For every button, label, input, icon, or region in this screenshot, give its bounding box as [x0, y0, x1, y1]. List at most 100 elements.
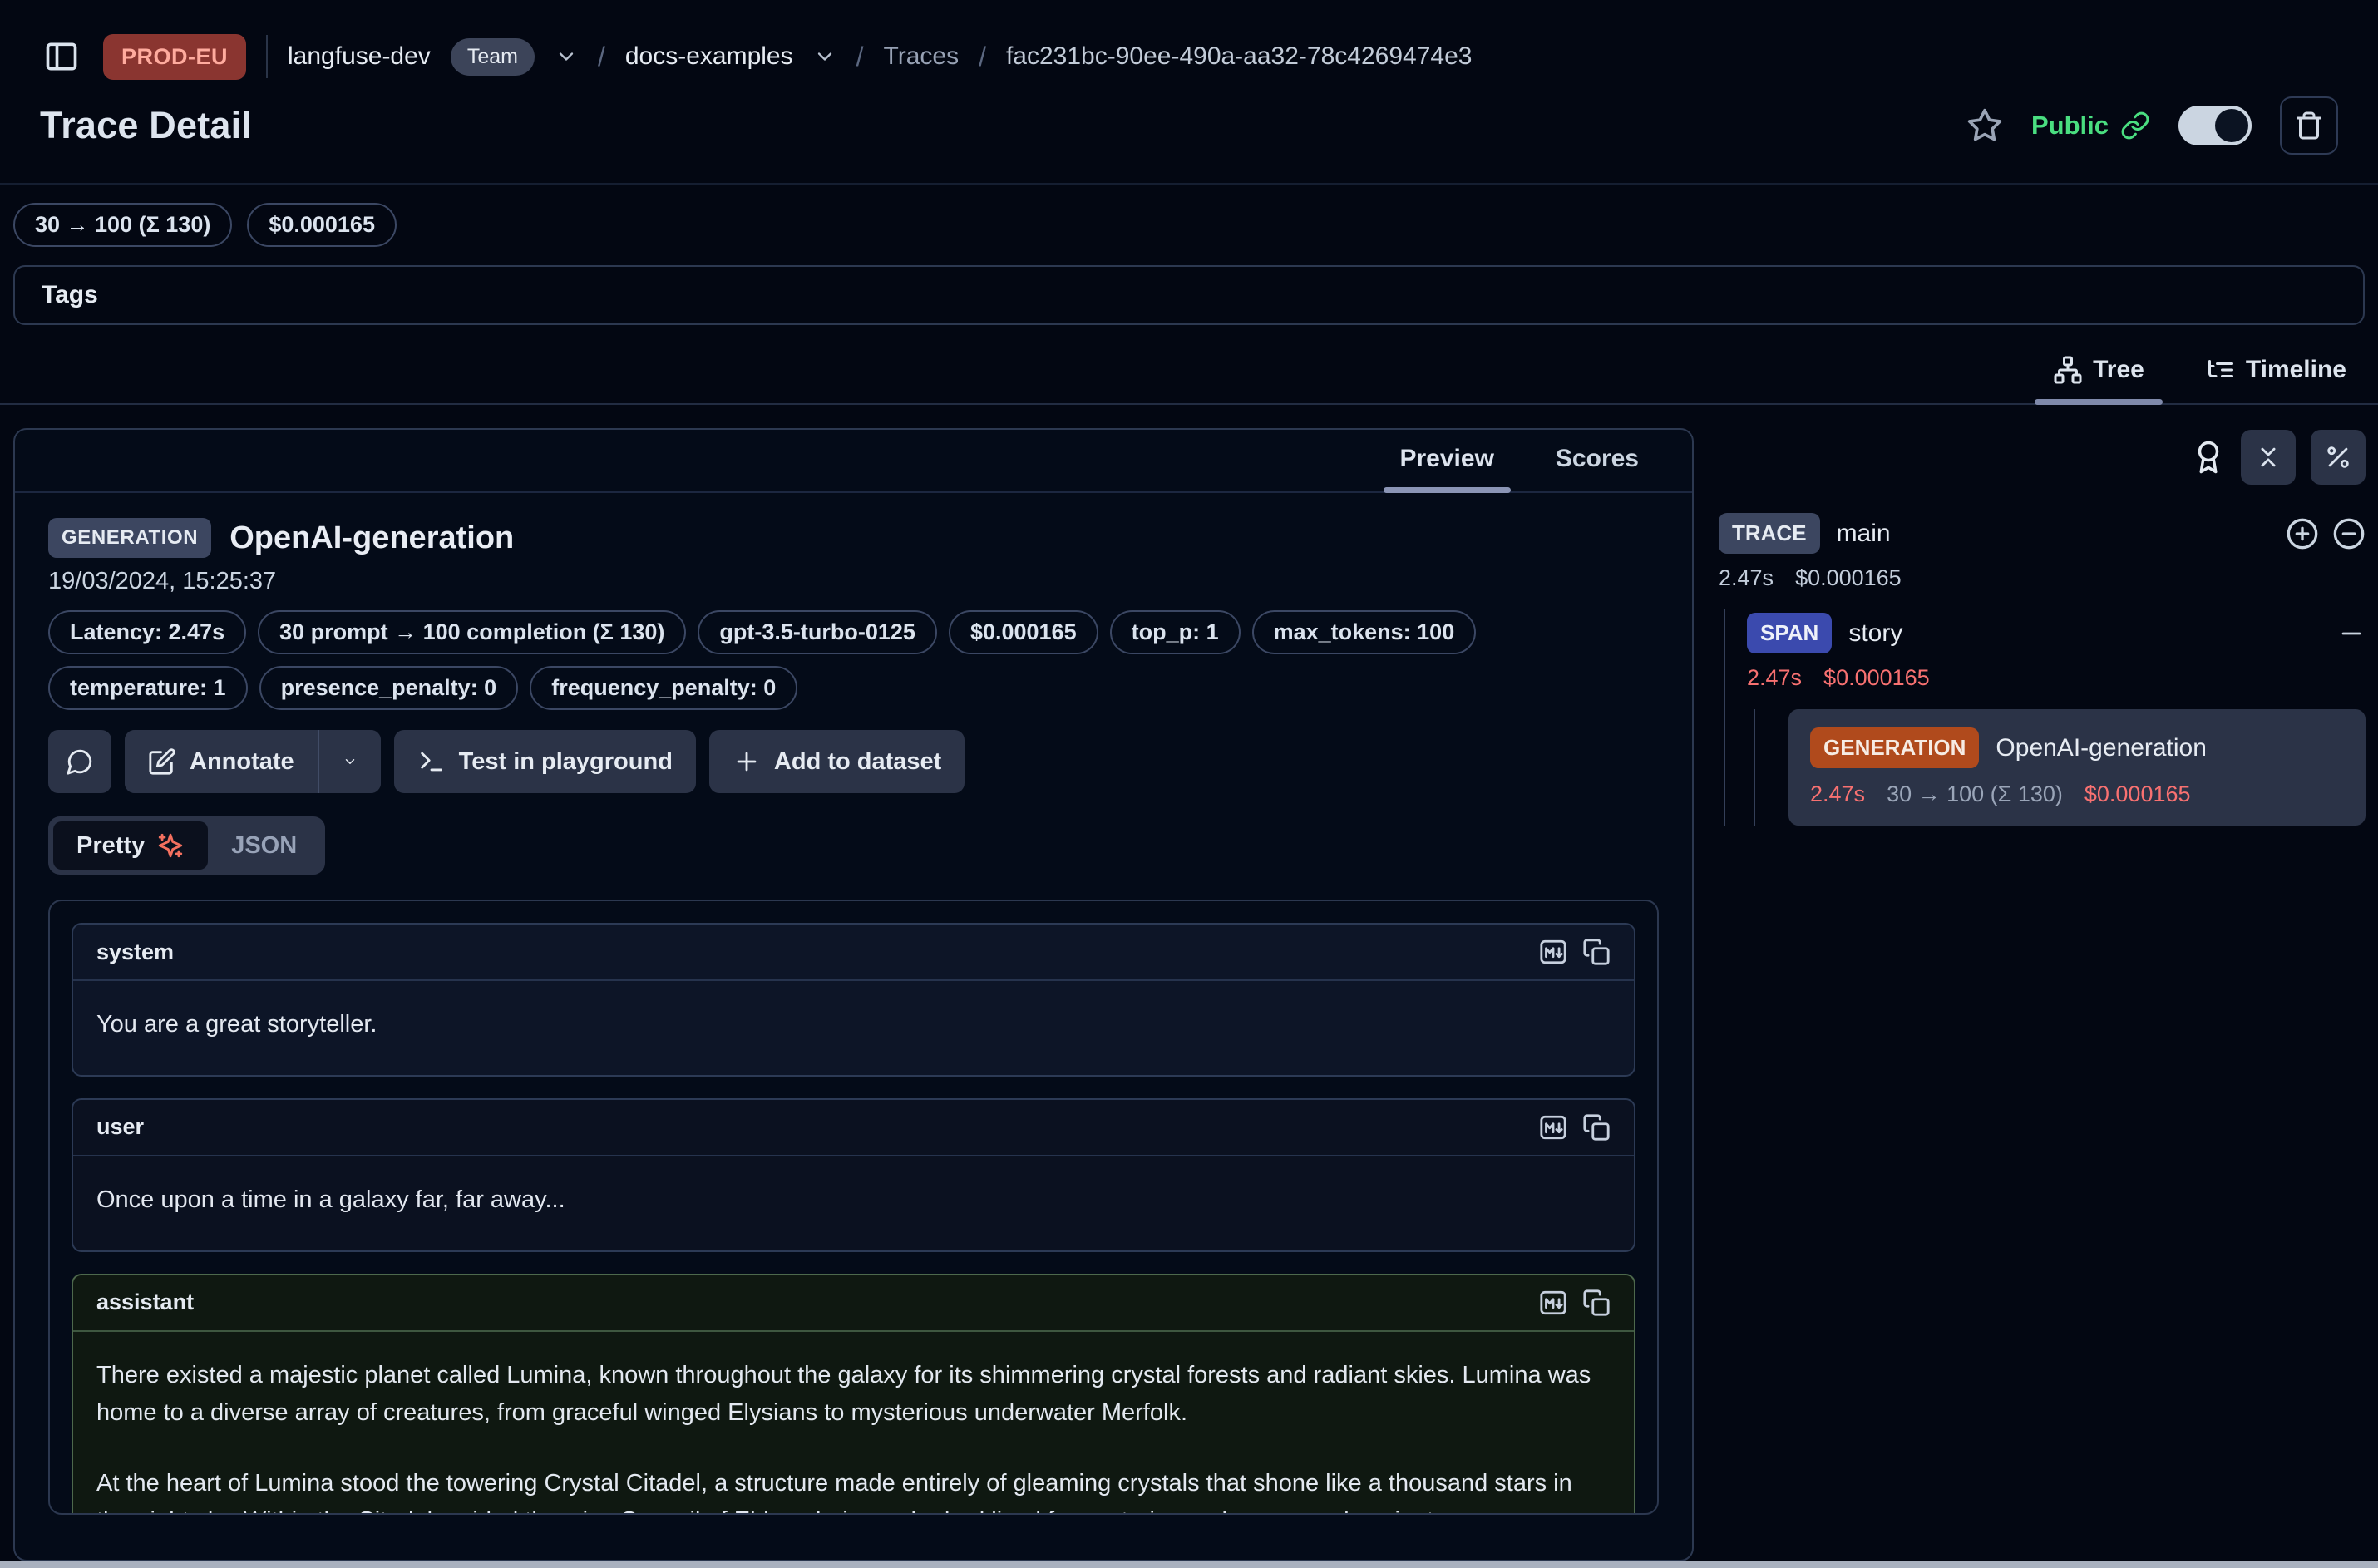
sidebar-toggle-button[interactable]: [40, 35, 83, 78]
fold-vertical-icon: [2254, 443, 2282, 471]
breadcrumb-separator: /: [598, 42, 605, 72]
tree-node-trace[interactable]: TRACE main 2.47s $0.000165: [1719, 513, 2366, 591]
markdown-icon: [1539, 1113, 1567, 1141]
bookmark-button[interactable]: [1966, 107, 2003, 144]
chevron-down-icon[interactable]: [555, 45, 578, 68]
chevron-down-icon[interactable]: [813, 45, 836, 68]
tree-icon: [2053, 355, 2083, 385]
temperature-badge: temperature: 1: [48, 666, 248, 710]
breadcrumb-org[interactable]: langfuse-dev: [288, 42, 431, 71]
add-to-dataset-label: Add to dataset: [774, 748, 941, 776]
markdown-toggle-button[interactable]: [1539, 1113, 1567, 1141]
model-badge[interactable]: gpt-3.5-turbo-0125: [698, 610, 937, 654]
message-header: system: [73, 925, 1634, 981]
trace-children: SPAN story 2.47s $0.000165: [1724, 609, 2366, 826]
trace-cost: $0.000165: [1795, 565, 1902, 591]
collapse-tree-button[interactable]: [2332, 517, 2366, 550]
top-p-badge: top_p: 1: [1110, 610, 1241, 654]
star-icon: [1966, 107, 2003, 144]
environment-badge[interactable]: PROD-EU: [103, 34, 246, 80]
observation-actions: Annotate Test in playground Add to data: [48, 730, 1659, 793]
breadcrumb: PROD-EU langfuse-dev Team / docs-example…: [40, 30, 2338, 83]
terminal-icon: [417, 747, 446, 776]
generation-type-badge: GENERATION: [1810, 727, 1979, 768]
copy-icon: [1582, 938, 1611, 966]
observation-title: OpenAI-generation: [229, 520, 514, 556]
token-badge: 30 prompt → 100 completion (Σ 130): [258, 610, 686, 654]
span-node-row: SPAN story: [1747, 613, 2366, 653]
public-link[interactable]: Public: [2031, 111, 2150, 141]
breadcrumb-project[interactable]: docs-examples: [625, 42, 793, 71]
title-row: Trace Detail Public: [40, 96, 2338, 183]
markdown-icon: [1539, 938, 1567, 966]
pretty-toggle[interactable]: Pretty: [53, 821, 208, 870]
message-tools: [1539, 938, 1611, 966]
copy-icon: [1582, 1113, 1611, 1141]
message-content: There existed a majestic planet called L…: [73, 1332, 1634, 1515]
annotate-button[interactable]: Annotate: [125, 730, 318, 793]
delete-trace-button[interactable]: [2280, 96, 2338, 155]
markdown-toggle-button[interactable]: [1539, 938, 1567, 966]
span-latency: 2.47s: [1747, 665, 1802, 691]
chevron-down-icon: [343, 750, 358, 773]
assistant-paragraph-1: There existed a majestic planet called L…: [96, 1357, 1611, 1432]
message-content: Once upon a time in a galaxy far, far aw…: [73, 1156, 1634, 1250]
breadcrumb-traces[interactable]: Traces: [884, 42, 960, 71]
tree-node-span[interactable]: SPAN story 2.47s $0.000165: [1747, 613, 2366, 691]
collapse-all-button[interactable]: [2241, 430, 2296, 485]
page-header: PROD-EU langfuse-dev Team / docs-example…: [0, 0, 2378, 185]
message-role: user: [96, 1114, 144, 1140]
divider: [266, 35, 268, 78]
observation-detail-card: Preview Scores GENERATION OpenAI-generat…: [13, 428, 1694, 1561]
show-percentages-button[interactable]: [2311, 430, 2366, 485]
add-to-dataset-button[interactable]: Add to dataset: [709, 730, 965, 793]
cost-badge[interactable]: $0.000165: [247, 203, 397, 247]
circle-minus-icon: [2332, 517, 2366, 550]
panel-left-icon: [43, 38, 80, 75]
tab-preview[interactable]: Preview: [1380, 430, 1514, 491]
award-icon: [2191, 440, 2226, 475]
breadcrumb-separator: /: [979, 42, 986, 72]
window-bottom-edge: [0, 1561, 2378, 1568]
message-role: assistant: [96, 1289, 194, 1315]
message-system: system You are a great storyteller.: [72, 923, 1635, 1077]
message-assistant: assistant There existed: [72, 1274, 1635, 1515]
annotate-dropdown-button[interactable]: [319, 730, 381, 793]
markdown-toggle-button[interactable]: [1539, 1289, 1567, 1317]
breadcrumb-trace-id: fac231bc-90ee-490a-aa32-78c4269474e3: [1006, 42, 1472, 71]
trace-name: main: [1837, 520, 1891, 548]
tags-box[interactable]: Tags: [13, 265, 2365, 325]
tab-timeline[interactable]: Timeline: [2188, 345, 2365, 403]
presence-penalty-badge: presence_penalty: 0: [259, 666, 519, 710]
trace-summary-badges: 30 → 100 (Σ 130) $0.000165: [0, 185, 2378, 247]
scores-annotation-button[interactable]: [2191, 440, 2226, 475]
pretty-label: Pretty: [76, 832, 145, 860]
annotate-split-button: Annotate: [125, 730, 381, 793]
collapse-span-button[interactable]: [2337, 619, 2366, 648]
panel-tabs: Preview Scores: [15, 430, 1692, 493]
tree-toolbar: [1719, 430, 2366, 485]
expand-all-button[interactable]: [2286, 517, 2319, 550]
generation-name: OpenAI-generation: [1996, 734, 2207, 762]
tab-tree[interactable]: Tree: [2035, 345, 2163, 403]
message-content: You are a great storyteller.: [73, 981, 1634, 1075]
test-in-playground-button[interactable]: Test in playground: [394, 730, 696, 793]
minus-icon: [2337, 619, 2366, 648]
generation-tokens: 30 → 100 (Σ 130): [1887, 782, 2063, 807]
tree-node-generation-selected[interactable]: GENERATION OpenAI-generation 2.47s 30 → …: [1788, 709, 2366, 826]
message-user: user Once upon a time in a galaxy far,: [72, 1098, 1635, 1252]
copy-button[interactable]: [1582, 938, 1611, 966]
observation-timestamp: 19/03/2024, 15:25:37: [48, 568, 1659, 595]
markdown-icon: [1539, 1289, 1567, 1317]
circle-plus-icon: [2286, 517, 2319, 550]
comment-button[interactable]: [48, 730, 111, 793]
copy-button[interactable]: [1582, 1113, 1611, 1141]
public-toggle[interactable]: [2178, 106, 2252, 145]
timeline-icon: [2206, 355, 2236, 385]
json-toggle[interactable]: JSON: [208, 821, 320, 870]
toggle-knob: [2215, 109, 2248, 142]
span-row-tools: [2337, 619, 2366, 648]
token-usage-badge[interactable]: 30 → 100 (Σ 130): [13, 203, 232, 247]
copy-button[interactable]: [1582, 1289, 1611, 1317]
tab-scores[interactable]: Scores: [1536, 430, 1659, 491]
